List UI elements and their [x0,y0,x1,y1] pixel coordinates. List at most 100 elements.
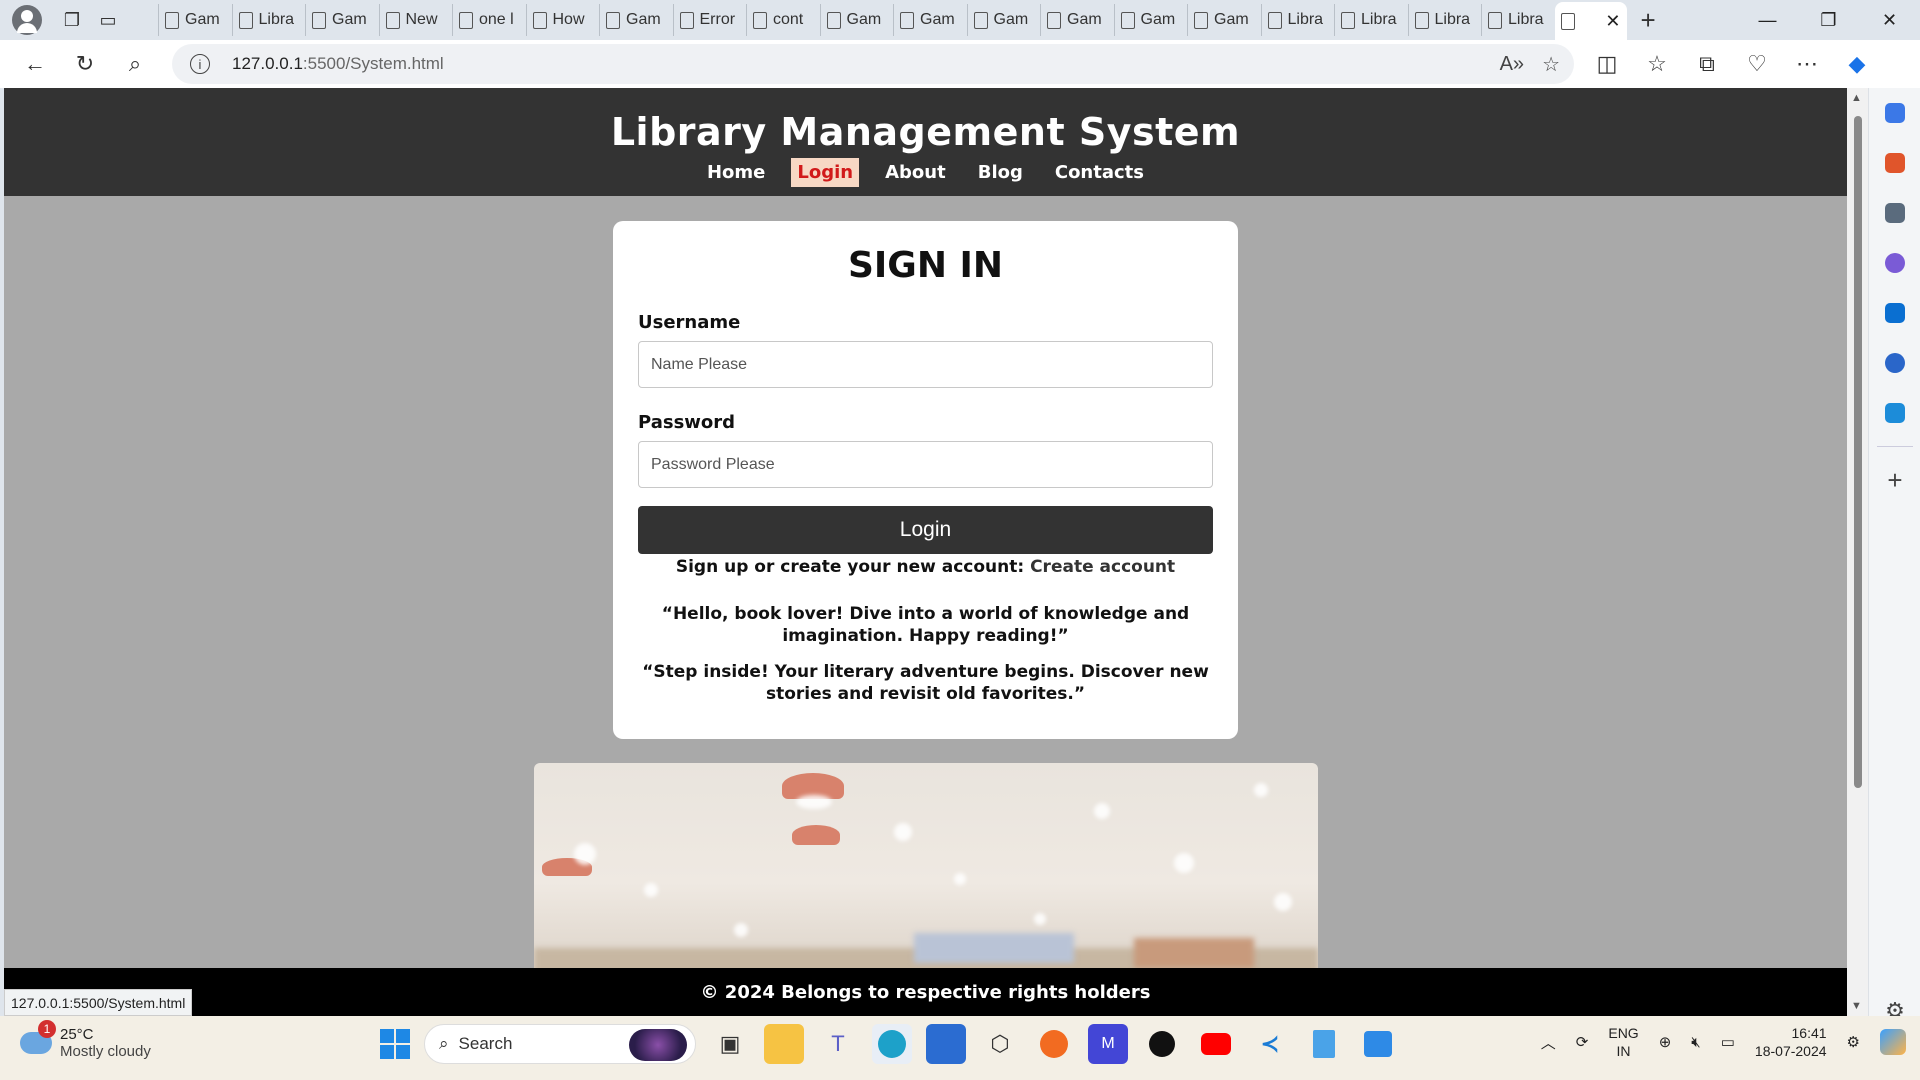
store-icon[interactable] [926,1024,966,1064]
nav-home[interactable]: Home [701,158,771,187]
browser-tab[interactable]: Gam [158,4,232,36]
vscode-icon[interactable]: ≺ [1250,1024,1290,1064]
browser-tab-label: Libra [1361,11,1397,28]
browser-tab[interactable]: Error [672,4,747,36]
edge-icon[interactable] [872,1024,912,1064]
minimize-icon[interactable]: — [1737,0,1798,40]
back-icon[interactable]: ← [10,44,60,84]
browser-tab[interactable]: Libra [231,4,306,36]
browser-tab[interactable]: Libra [1407,4,1482,36]
search-icon [753,11,767,29]
browser-tab[interactable]: Gam [1113,4,1188,36]
site-title: Library Management System [610,110,1241,154]
volume-muted-icon[interactable]: 🔇︎ [1691,1034,1700,1051]
vertical-tabs-icon[interactable]: ▭ [90,2,126,38]
restore-icon[interactable]: ❐ [1798,0,1859,40]
tab-active[interactable]: ✕ [1554,2,1627,40]
create-account-link[interactable]: Create account [1030,557,1175,577]
workspaces-icon[interactable]: ❐ [54,2,90,38]
browser-tab[interactable]: cont [746,4,820,36]
browser-tab[interactable]: Gam [1187,4,1261,36]
games-icon[interactable] [1869,188,1920,238]
site-info-icon[interactable]: i [190,54,210,74]
cloud-icon [532,11,547,29]
xbox-icon[interactable] [1142,1024,1182,1064]
start-icon[interactable] [380,1029,410,1059]
browser-tab[interactable]: Gam [305,4,379,36]
page-scrollbar[interactable]: ▲ ▼ [1847,88,1868,1016]
password-input[interactable]: Password Please [638,441,1213,488]
youtube-icon[interactable] [1196,1024,1236,1064]
collections-icon[interactable]: ⧉ [1682,44,1732,84]
read-aloud-icon[interactable]: A» [1500,53,1524,76]
address-url[interactable]: 127.0.0.1:5500/System.html [232,54,444,74]
teams-icon[interactable]: T [818,1024,858,1064]
editor-app-icon[interactable]: M [1088,1024,1128,1064]
taskbar-search[interactable]: ⌕ Search [424,1024,696,1064]
send-icon[interactable] [1869,388,1920,438]
sync-icon[interactable]: ⟳ [1576,1033,1589,1051]
browser-tab[interactable]: Libra [1334,4,1408,36]
weather-temp: 25°C [60,1026,94,1043]
close-tab-icon[interactable]: ✕ [1605,11,1620,32]
task-view-icon[interactable]: ▣ [710,1024,750,1064]
browser-tab[interactable]: one l [452,4,526,36]
nav-about[interactable]: About [879,158,952,187]
scroll-down-icon[interactable]: ▼ [1851,1000,1862,1012]
taskbar-search-label: Search [458,1034,513,1053]
favorites-icon[interactable]: ☆ [1632,44,1682,84]
copilot-icon[interactable]: ◆ [1832,44,1882,84]
battery-icon[interactable]: ▭ [1721,1033,1735,1051]
paint-icon[interactable] [1358,1024,1398,1064]
browser-tab-label: Gam [332,11,367,28]
unity-icon[interactable]: ⬡ [980,1024,1020,1064]
language-indicator[interactable]: ENG IN [1608,1024,1638,1060]
refresh-icon[interactable]: ↻ [60,44,110,84]
shopping-icon[interactable] [1869,88,1920,138]
browser-essentials-icon[interactable]: ♡ [1732,44,1782,84]
browser-tab-label: Gam [846,11,882,28]
outlook-icon[interactable] [1869,288,1920,338]
search-sidebar-icon[interactable] [1869,338,1920,388]
search-icon[interactable]: ⌕ [110,44,160,84]
chevron-up-icon[interactable]: ︿ [1541,1032,1556,1053]
weather-widget[interactable]: 1 25°C Mostly cloudy [20,1020,151,1060]
profile-icon[interactable] [12,5,42,35]
site-footer: © 2024 Belongs to respective rights hold… [4,968,1847,1016]
file-explorer-icon[interactable] [764,1024,804,1064]
scroll-thumb[interactable] [1854,116,1862,788]
tools-icon[interactable] [1869,138,1920,188]
network-icon[interactable]: ⊕ [1659,1033,1672,1051]
system-tray: ︿ ⟳ ENG IN ⊕ 🔇︎ ▭ 16:41 18-07-2024 ⚙ [1541,1024,1906,1060]
browser-tab[interactable]: Libra [1481,4,1555,36]
password-label: Password [638,412,736,433]
browser-tab[interactable]: Gam [893,4,967,36]
nav-contacts[interactable]: Contacts [1049,158,1150,187]
browser-tab[interactable]: Gam [599,4,673,36]
username-input[interactable]: Name Please [638,341,1213,388]
browser-tab[interactable]: New [378,4,453,36]
more-menu-icon[interactable]: ⋯ [1782,44,1832,84]
browser-tab[interactable]: How [525,4,600,36]
new-tab-button[interactable]: + [1641,5,1656,36]
browser-tab[interactable]: Gam [1040,4,1114,36]
m365-icon[interactable] [1869,238,1920,288]
firefox-icon[interactable] [1034,1024,1074,1064]
newtab-icon [385,11,400,29]
address-bar[interactable]: i 127.0.0.1:5500/System.html A» ☆ [172,44,1574,84]
copilot-taskbar-icon[interactable] [1880,1029,1906,1055]
notification-settings-icon[interactable]: ⚙ [1847,1033,1860,1051]
browser-tab[interactable]: Gam [819,4,894,36]
close-window-icon[interactable]: ✕ [1859,0,1920,40]
browser-tab[interactable]: Gam [966,4,1041,36]
login-button[interactable]: Login [638,506,1213,554]
favorite-star-icon[interactable]: ☆ [1542,52,1560,77]
add-sidebar-app-icon[interactable]: + [1869,455,1920,505]
split-screen-icon[interactable]: ◫ [1582,44,1632,84]
browser-tab[interactable]: Libra [1260,4,1335,36]
nav-login[interactable]: Login [791,158,860,187]
nav-blog[interactable]: Blog [972,158,1029,187]
notepad-icon[interactable] [1304,1024,1344,1064]
clock[interactable]: 16:41 18-07-2024 [1755,1024,1827,1060]
scroll-up-icon[interactable]: ▲ [1851,92,1862,104]
